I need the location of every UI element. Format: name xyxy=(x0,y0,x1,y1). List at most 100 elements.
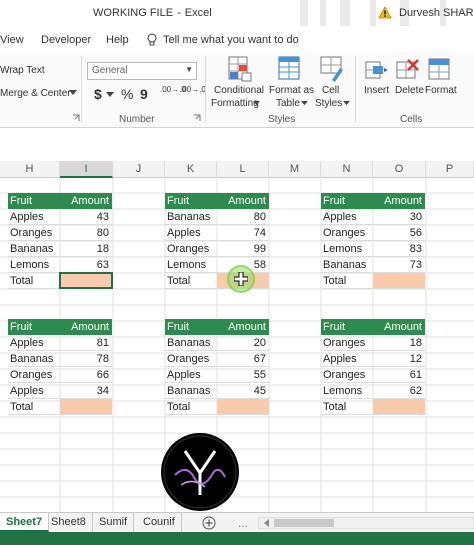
column-header-h[interactable]: H xyxy=(0,161,60,178)
tell-me-search[interactable]: Tell me what you want to do xyxy=(163,34,299,46)
chevron-down-icon[interactable] xyxy=(69,90,77,96)
format-as-table-label-1[interactable]: Format as xyxy=(269,85,314,96)
total-row[interactable]: Total xyxy=(8,399,112,415)
table-header-row[interactable]: Fruit Amount xyxy=(8,193,112,209)
table-row[interactable]: Oranges 99 xyxy=(165,241,269,257)
column-header-i[interactable]: I xyxy=(60,161,113,178)
table-row[interactable]: Oranges 56 xyxy=(321,225,425,241)
currency-button[interactable]: $ xyxy=(94,86,102,102)
sheet-tab-sheet8[interactable]: Sheet8 xyxy=(45,513,93,532)
table-row[interactable]: Apples 30 xyxy=(321,209,425,225)
table-row[interactable]: Oranges 80 xyxy=(8,225,112,241)
amount-cell: 43 xyxy=(96,211,109,223)
total-value-cell[interactable] xyxy=(373,273,425,288)
total-row[interactable]: Total xyxy=(8,272,113,289)
total-value-cell[interactable] xyxy=(217,399,269,414)
chevron-down-icon[interactable] xyxy=(106,92,114,98)
column-header-n[interactable]: N xyxy=(321,161,373,178)
total-row[interactable]: Total xyxy=(321,273,425,289)
menu-view[interactable]: View xyxy=(0,34,24,46)
delete-cells-icon[interactable] xyxy=(396,58,420,82)
table-row[interactable]: Bananas 45 xyxy=(165,383,269,399)
total-value-cell[interactable] xyxy=(373,399,425,414)
table-header-row[interactable]: Fruit Amount xyxy=(8,319,112,335)
menu-developer[interactable]: Developer xyxy=(41,34,91,46)
format-as-table-icon[interactable] xyxy=(278,56,302,82)
table-row[interactable]: Apples 12 xyxy=(321,351,425,367)
wrap-text-button[interactable]: Wrap Text xyxy=(0,65,45,76)
column-header-k[interactable]: K xyxy=(165,161,217,178)
table-row[interactable]: Bananas 73 xyxy=(321,257,425,273)
user-name[interactable]: Durvesh SHARMA xyxy=(399,7,474,19)
format-button[interactable]: Format xyxy=(425,85,457,96)
table-header-row[interactable]: Fruit Amount xyxy=(321,193,425,209)
plus-circle-icon[interactable] xyxy=(202,516,216,530)
amount-cell: 73 xyxy=(409,259,422,271)
table-row[interactable]: Apples 55 xyxy=(165,367,269,383)
column-header-m[interactable]: M xyxy=(269,161,321,178)
dialog-launcher-icon[interactable] xyxy=(72,114,80,122)
conditional-formatting-label-1[interactable]: Conditional xyxy=(213,85,265,96)
table-row[interactable]: Lemons 62 xyxy=(321,383,425,399)
sheet-tab-sumif[interactable]: Sumif xyxy=(93,513,135,532)
menu-help[interactable]: Help xyxy=(106,34,129,46)
cell-styles-label-1[interactable]: Cell xyxy=(322,85,339,96)
format-as-table-label-2[interactable]: Table xyxy=(276,98,300,109)
number-format-dropdown[interactable]: General ▼ xyxy=(87,62,197,80)
insert-cells-icon[interactable] xyxy=(365,58,389,82)
sheet-tab-counif[interactable]: Counif xyxy=(137,513,182,532)
table-row[interactable]: Bananas 18 xyxy=(8,241,112,257)
table-row[interactable]: Apples 34 xyxy=(8,383,112,399)
table-row[interactable]: Apples 81 xyxy=(8,335,112,351)
increase-decimal-button[interactable]: .00→.0 xyxy=(160,86,186,94)
comma-style-button[interactable]: 9 xyxy=(140,86,148,102)
horizontal-scrollbar[interactable] xyxy=(258,517,474,529)
insert-button[interactable]: Insert xyxy=(364,85,389,96)
cell-styles-icon[interactable] xyxy=(320,56,344,82)
fruit-cell: Oranges xyxy=(10,369,53,381)
column-header-l[interactable]: L xyxy=(217,161,269,178)
decrease-decimal-button[interactable]: .00→.0 xyxy=(180,86,206,94)
amount-cell: 58 xyxy=(253,259,266,271)
column-header-o[interactable]: O xyxy=(373,161,426,178)
cell-styles-label-2[interactable]: Styles xyxy=(315,98,342,109)
fruit-table-4: Fruit Amount Apples 81 Bananas 78 Oranges 66 App… xyxy=(8,319,112,415)
table-row[interactable]: Oranges 61 xyxy=(321,367,425,383)
table-row[interactable]: Lemons 58 xyxy=(165,257,269,273)
amount-cell: 62 xyxy=(409,385,422,397)
column-header-j[interactable]: J xyxy=(113,161,165,178)
header-amount: Amount xyxy=(228,195,266,207)
table-row[interactable]: Lemons 63 xyxy=(8,257,112,273)
table-row[interactable]: Bananas 80 xyxy=(165,209,269,225)
conditional-formatting-icon[interactable] xyxy=(228,56,252,82)
delete-button[interactable]: Delete xyxy=(395,85,424,96)
table-row[interactable]: Apples 74 xyxy=(165,225,269,241)
dialog-launcher-icon[interactable] xyxy=(193,114,201,122)
lightbulb-icon xyxy=(147,33,157,46)
column-header-p[interactable]: P xyxy=(426,161,474,178)
table-header-row[interactable]: Fruit Amount xyxy=(321,319,425,335)
amount-cell: 12 xyxy=(409,353,422,365)
table-row[interactable]: Apples 43 xyxy=(8,209,112,225)
table-row[interactable]: Oranges 18 xyxy=(321,335,425,351)
percent-button[interactable]: % xyxy=(121,86,133,102)
table-row[interactable]: Lemons 83 xyxy=(321,241,425,257)
amount-cell: 55 xyxy=(253,369,266,381)
table-row[interactable]: Oranges 66 xyxy=(8,367,112,383)
conditional-formatting-label-2[interactable]: Formatting xyxy=(211,98,259,109)
table-row[interactable]: Bananas 20 xyxy=(165,335,269,351)
more-tabs-button[interactable]: ... xyxy=(238,516,248,530)
merge-center-button[interactable]: Merge & Center xyxy=(0,88,71,99)
amount-cell: 18 xyxy=(409,337,422,349)
table-row[interactable]: Oranges 67 xyxy=(165,351,269,367)
table-header-row[interactable]: Fruit Amount xyxy=(165,193,269,209)
format-cells-icon[interactable] xyxy=(428,58,452,82)
sheet-tab-sheet7[interactable]: Sheet7 xyxy=(0,513,50,532)
total-value-cell[interactable] xyxy=(60,399,112,414)
table-header-row[interactable]: Fruit Amount xyxy=(165,319,269,335)
total-value-cell[interactable] xyxy=(59,272,113,289)
total-row[interactable]: Total xyxy=(165,399,269,415)
warning-icon[interactable] xyxy=(378,6,392,19)
total-row[interactable]: Total xyxy=(321,399,425,415)
table-row[interactable]: Bananas 78 xyxy=(8,351,112,367)
